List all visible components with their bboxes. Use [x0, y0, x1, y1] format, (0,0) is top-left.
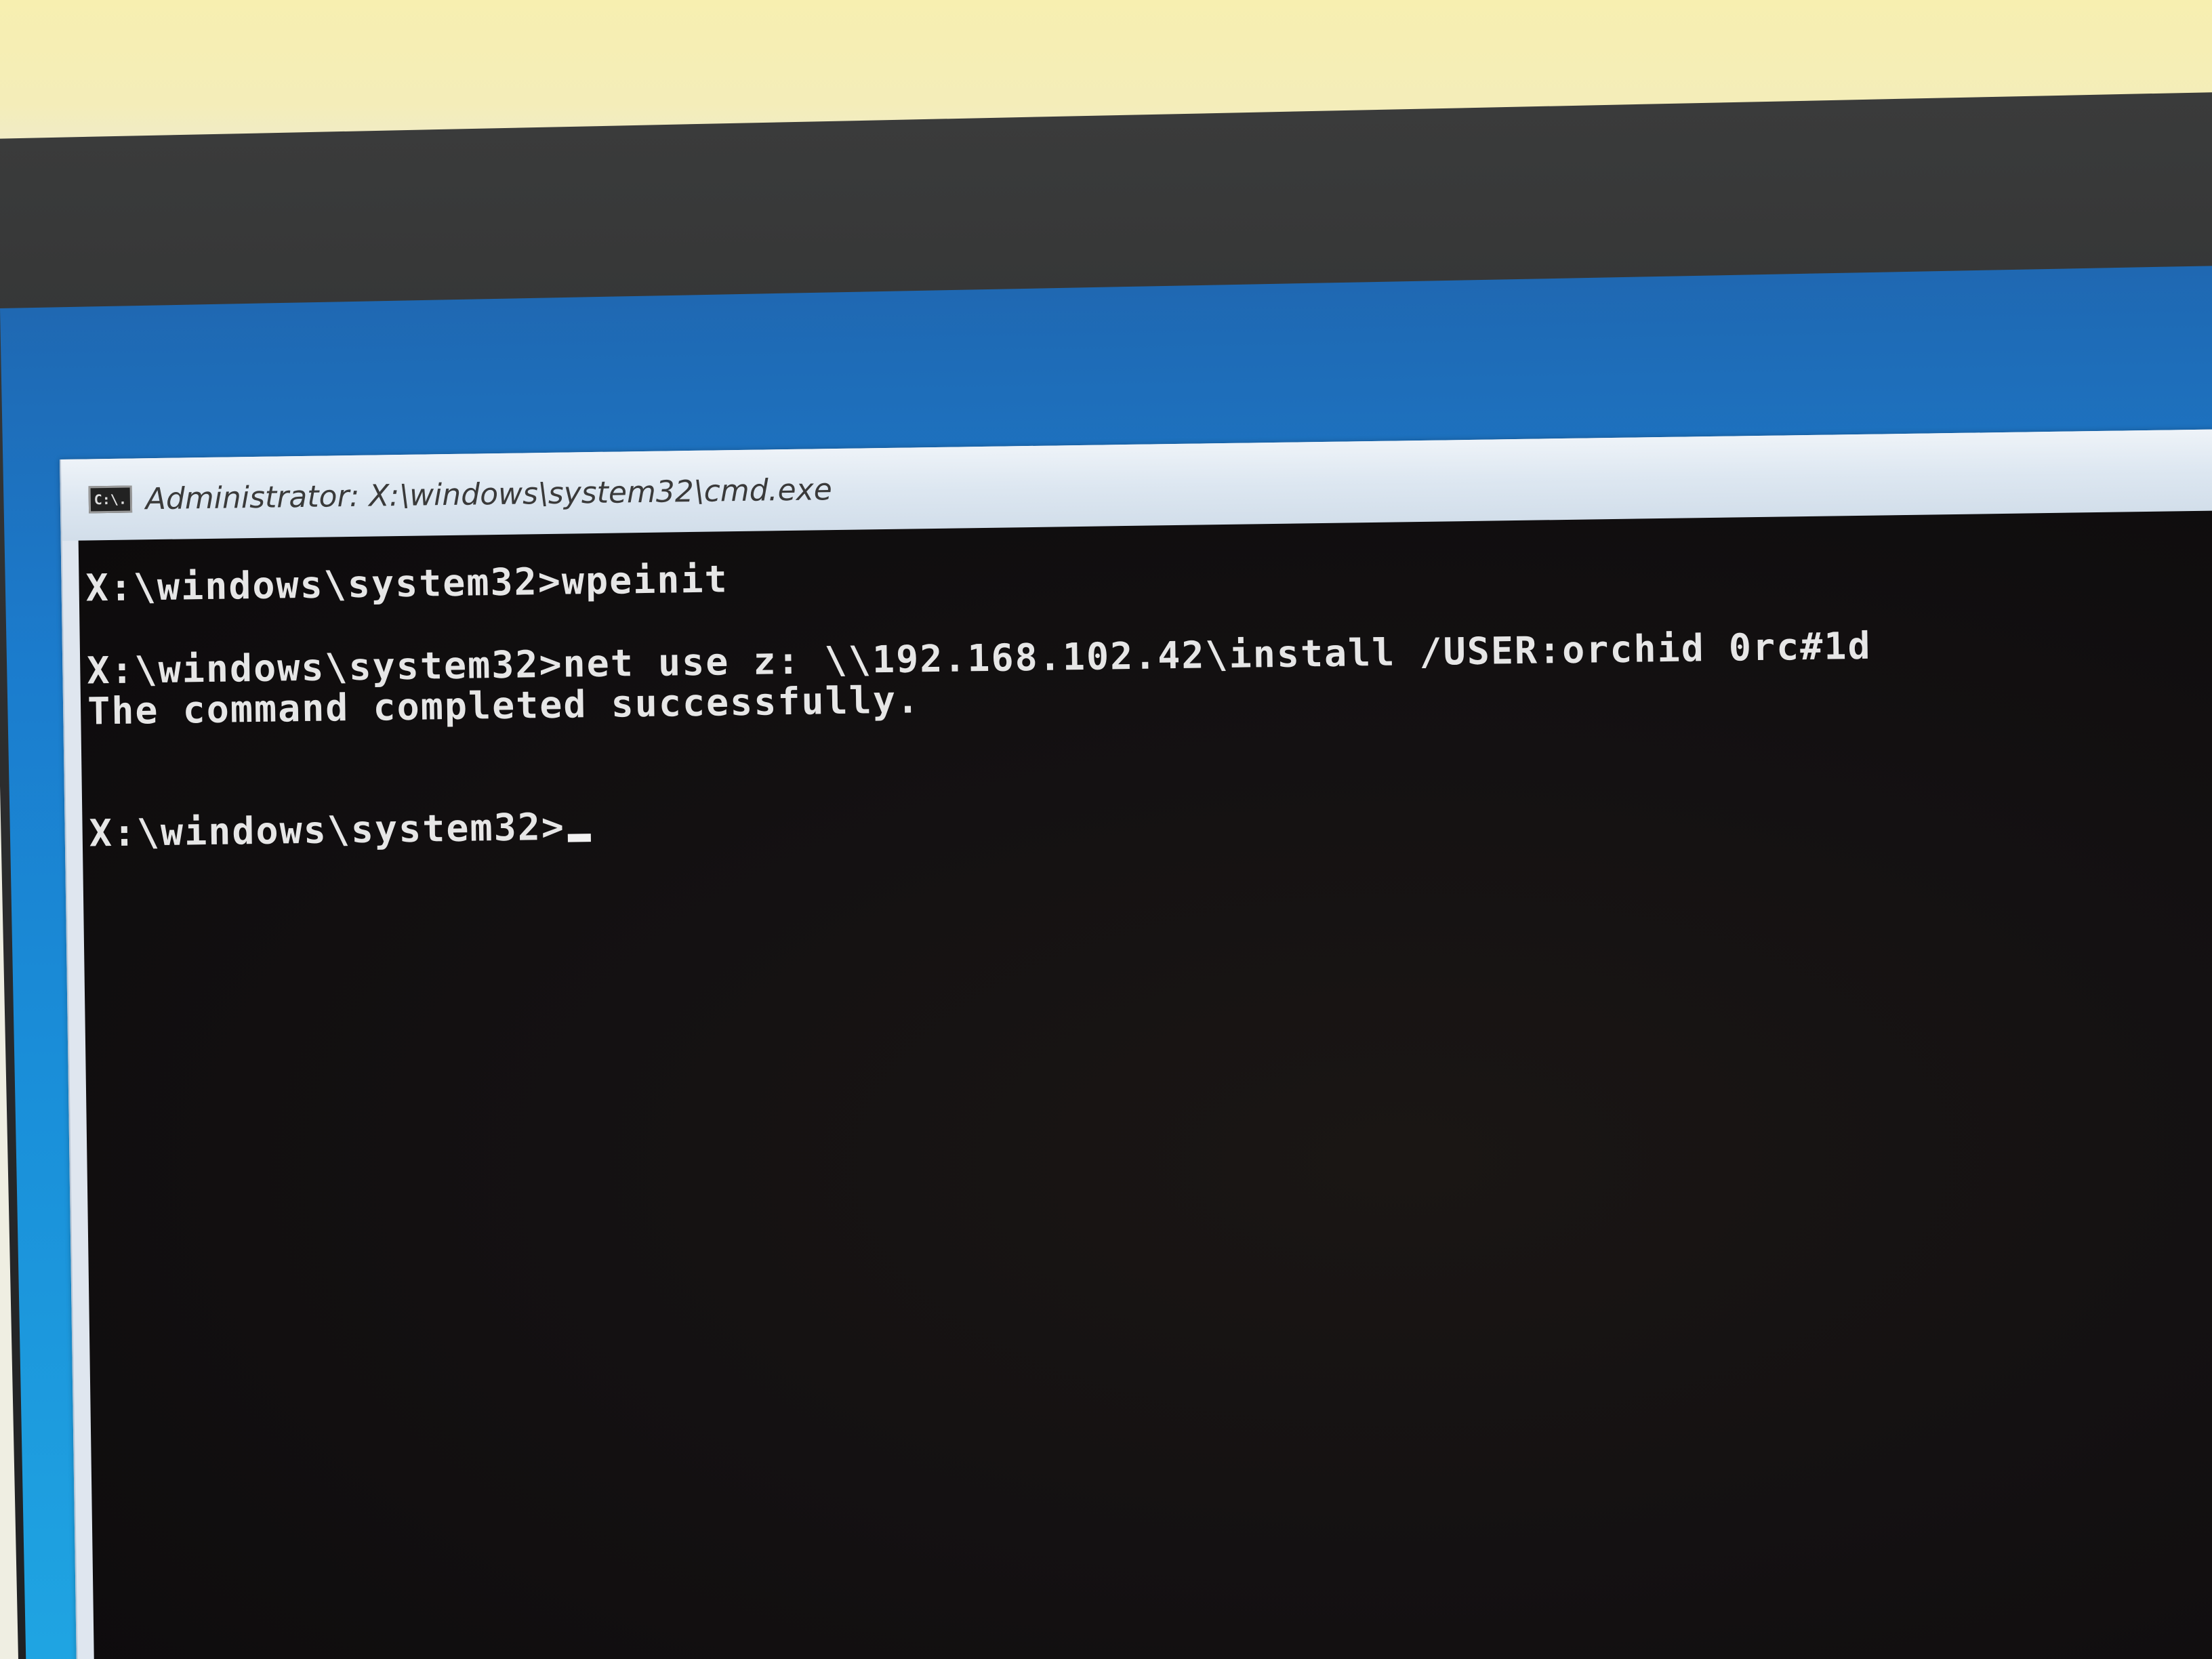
console-output[interactable]: X:\windows\system32>wpeinit X:\windows\s…: [78, 510, 2212, 1659]
cmd-app-icon[interactable]: C:\.: [88, 485, 133, 514]
window-title: Administrator: X:\windows\system32\cmd.e…: [145, 472, 833, 516]
text-cursor: [568, 834, 592, 842]
photo-scene: C:\. Administrator: X:\windows\system32\…: [0, 0, 2212, 1659]
console-prompt: X:\windows\system32>: [89, 804, 566, 855]
cmd-window[interactable]: C:\. Administrator: X:\windows\system32\…: [60, 428, 2212, 1659]
